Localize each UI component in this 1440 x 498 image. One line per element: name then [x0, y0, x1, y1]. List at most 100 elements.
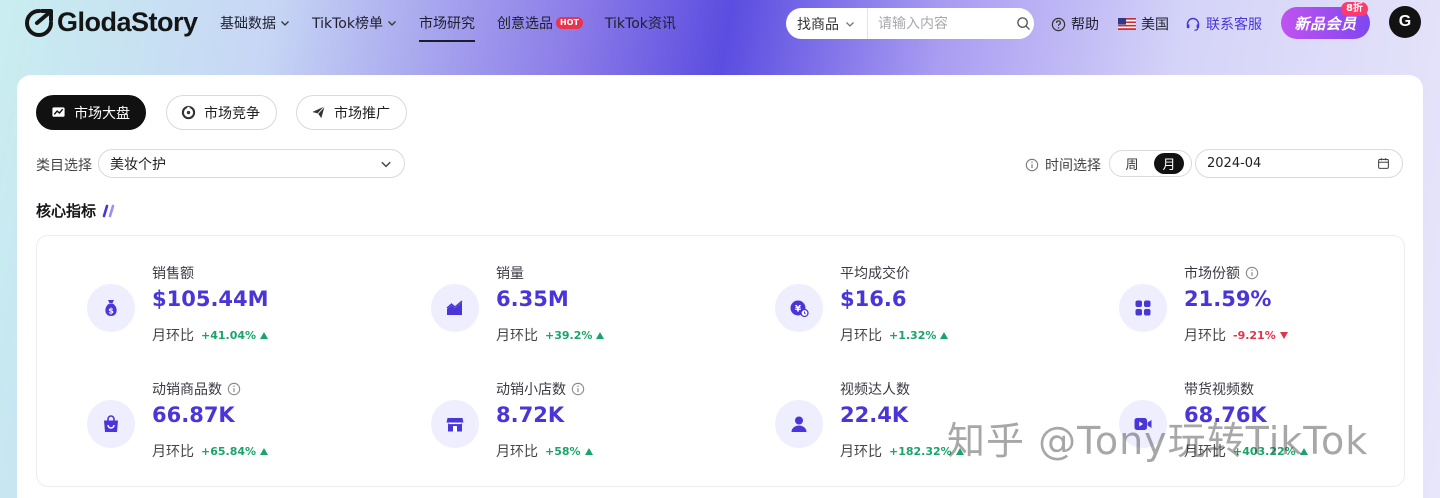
promotion-icon — [312, 106, 325, 119]
change-percent: +58% — [545, 444, 581, 458]
double-slash-icon — [102, 204, 115, 217]
info-icon[interactable] — [1245, 266, 1259, 280]
nav-item-creative-selection[interactable]: 创意选品 HOT — [497, 0, 583, 46]
search-bar: 找商品 — [786, 8, 1034, 39]
chevron-down-icon — [381, 161, 391, 167]
country-selector[interactable]: 美国 — [1118, 14, 1169, 34]
metric-sales-amount: $ 销售额 $105.44M 月环比 +41.04% — [87, 263, 387, 353]
tab-market-competition[interactable]: 市场竞争 — [166, 95, 277, 130]
metric-value: $105.44M — [152, 287, 269, 311]
metric-value: 68.76K — [1184, 403, 1267, 427]
change-label: 月环比 — [1184, 328, 1226, 344]
metric-change: 月环比 -9.21% — [1184, 325, 1288, 345]
nav-item-label: 基础数据 — [220, 16, 276, 32]
price-coin-icon: ¥ — [775, 284, 823, 332]
change-percent: +41.04% — [201, 328, 257, 342]
period-option-month[interactable]: 月 — [1154, 153, 1184, 174]
metric-value: $16.6 — [840, 287, 907, 311]
metric-value: 66.87K — [152, 403, 235, 427]
logo-icon — [25, 8, 53, 37]
metric-label: 动销小店数 — [496, 379, 585, 399]
change-label: 月环比 — [840, 444, 882, 460]
category-select[interactable]: 美妆个护 — [98, 149, 405, 178]
metric-label: 动销商品数 — [152, 379, 241, 399]
nav-item-tiktok-news[interactable]: TikTok资讯 — [605, 0, 676, 46]
nav-item-tiktok-rankings[interactable]: TikTok榜单 — [312, 0, 397, 46]
trend-up-icon — [1299, 447, 1308, 455]
section-title: 核心指标 — [36, 200, 116, 221]
shopping-bag-icon — [87, 400, 135, 448]
metric-value: 8.72K — [496, 403, 565, 427]
store-icon — [431, 400, 479, 448]
trend-up-icon — [955, 447, 964, 455]
help-label: 帮助 — [1071, 17, 1099, 33]
metric-video-creators: 视频达人数 22.4K 月环比 +182.32% — [775, 379, 1075, 469]
tab-label: 市场大盘 — [74, 105, 130, 122]
metric-change: 月环比 +41.04% — [152, 325, 269, 345]
nav-item-market-research[interactable]: 市场研究 — [418, 0, 475, 46]
help-link[interactable]: 帮助 — [1051, 14, 1099, 34]
us-flag-icon — [1118, 18, 1136, 30]
metric-active-products: 动销商品数 66.87K 月环比 +65.84% — [87, 379, 387, 469]
brand-logo[interactable]: GlodaStory — [24, 7, 198, 38]
change-label: 月环比 — [496, 444, 538, 460]
search-icon[interactable] — [1016, 16, 1031, 31]
chevron-down-icon — [281, 21, 289, 26]
metric-average-price: ¥ 平均成交价 $16.6 月环比 +1.32% — [775, 263, 1075, 353]
metric-label: 销量 — [496, 266, 524, 282]
metric-label: 视频达人数 — [840, 382, 910, 398]
metric-change: 月环比 +58% — [496, 441, 593, 461]
metric-change: 月环比 +39.2% — [496, 325, 605, 345]
change-label: 月环比 — [152, 444, 194, 460]
money-bag-icon: $ — [87, 284, 135, 332]
info-icon[interactable] — [1025, 158, 1039, 172]
chevron-down-icon — [846, 21, 854, 27]
metric-label: 带货视频数 — [1184, 382, 1254, 398]
change-label: 月环比 — [1184, 444, 1226, 460]
trend-up-icon — [596, 331, 605, 339]
metric-sales-videos: 带货视频数 68.76K 月环比 +403.22% — [1119, 379, 1419, 469]
nav-item-label: TikTok榜单 — [312, 16, 383, 32]
video-icon — [1119, 400, 1167, 448]
trend-down-icon — [1279, 331, 1288, 339]
customer-service-label: 联系客服 — [1206, 17, 1262, 33]
trend-up-icon — [584, 447, 593, 455]
tab-market-promotion[interactable]: 市场推广 — [296, 95, 407, 130]
tab-market-overview[interactable]: 市场大盘 — [36, 95, 146, 130]
search-type-select[interactable]: 找商品 — [786, 8, 868, 39]
core-metrics-panel: $ 销售额 $105.44M 月环比 +41.04% 销量 6.35M 月环比 … — [36, 235, 1405, 487]
top-navigation-bar: GlodaStory 基础数据 TikTok榜单 市场研究 创意选品 HOT T… — [0, 0, 1440, 52]
trend-up-icon — [940, 331, 949, 339]
customer-service-link[interactable]: 联系客服 — [1185, 14, 1262, 34]
date-value: 2024-04 — [1207, 156, 1262, 171]
metric-change: 月环比 +403.22% — [1184, 441, 1308, 461]
date-picker[interactable]: 2024-04 — [1195, 149, 1403, 178]
change-label: 月环比 — [496, 328, 538, 344]
trend-up-icon — [260, 447, 269, 455]
nav-item-label: 创意选品 — [496, 16, 553, 32]
metric-active-stores: 动销小店数 8.72K 月环比 +58% — [431, 379, 731, 469]
nav-item-label: TikTok资讯 — [604, 16, 676, 32]
metric-change: 月环比 +1.32% — [840, 325, 949, 345]
change-percent: +65.84% — [201, 444, 257, 458]
info-icon[interactable] — [227, 382, 241, 396]
discount-badge: 8折 — [1341, 2, 1368, 16]
metric-change: 月环比 +182.32% — [840, 441, 964, 461]
tab-label: 市场推广 — [334, 105, 390, 122]
change-label: 月环比 — [152, 328, 194, 344]
nav-item-basic-data[interactable]: 基础数据 — [220, 0, 290, 46]
main-nav: 基础数据 TikTok榜单 市场研究 创意选品 HOT TikTok资讯 — [220, 0, 698, 46]
metric-change: 月环比 +65.84% — [152, 441, 269, 461]
user-avatar[interactable]: G — [1389, 6, 1421, 38]
metric-label: 销售额 — [152, 266, 194, 282]
country-label: 美国 — [1141, 17, 1169, 33]
trend-up-icon — [260, 331, 269, 339]
search-input[interactable] — [878, 9, 1012, 38]
person-icon — [775, 400, 823, 448]
info-icon[interactable] — [571, 382, 585, 396]
metric-value: 21.59% — [1184, 287, 1272, 311]
period-option-week[interactable]: 周 — [1114, 153, 1150, 174]
category-value: 美妆个护 — [110, 156, 166, 173]
metric-value: 22.4K — [840, 403, 909, 427]
headset-icon — [1186, 17, 1200, 31]
